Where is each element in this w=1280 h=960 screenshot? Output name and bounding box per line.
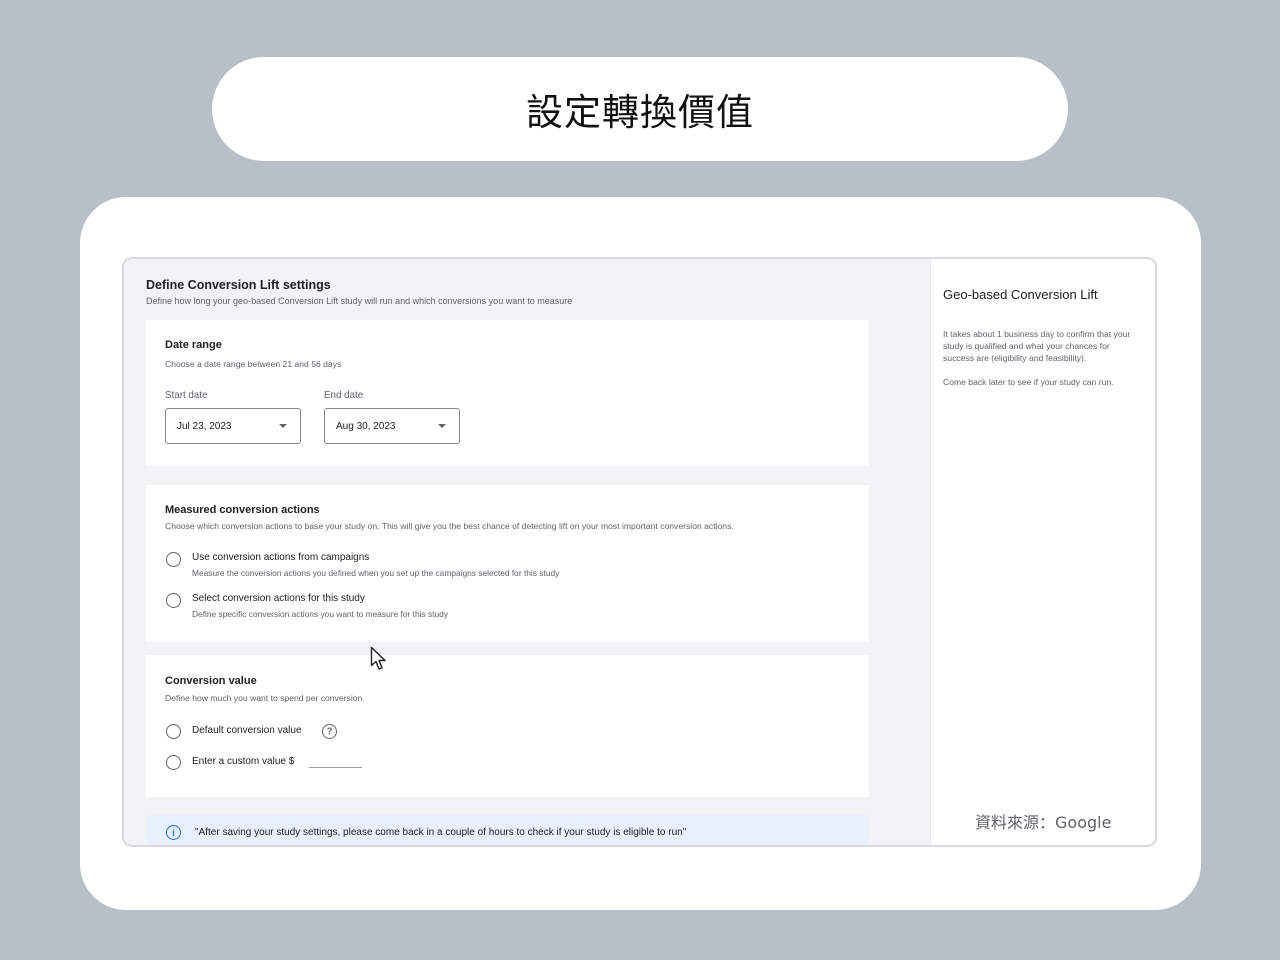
date-range-subtitle: Choose a date range between 21 and 56 da… [165, 359, 342, 369]
caret-down-icon [279, 424, 287, 428]
side-panel: Geo-based Conversion Lift It takes about… [930, 259, 1155, 845]
option-campaign-actions-title[interactable]: Use conversion actions from campaigns [192, 552, 369, 563]
end-date-value: Aug 30, 2023 [336, 420, 396, 432]
banner: 設定轉換價值 [212, 57, 1068, 161]
custom-value-input[interactable] [309, 767, 362, 768]
option-study-actions-title[interactable]: Select conversion actions for this study [192, 593, 365, 604]
option-campaign-actions-subtitle: Measure the conversion actions you defin… [192, 568, 560, 578]
date-range-title: Date range [165, 339, 222, 351]
radio-custom-value[interactable] [166, 755, 181, 770]
side-title: Geo-based Conversion Lift [943, 287, 1098, 302]
measured-title: Measured conversion actions [165, 504, 320, 516]
radio-study-actions[interactable] [166, 593, 181, 608]
info-text: "After saving your study settings, pleas… [195, 827, 687, 838]
default-value-label[interactable]: Default conversion value [192, 725, 302, 736]
source-credit: 資料來源：Google [975, 813, 1112, 832]
measured-conversions-card: Measured conversion actions Choose which… [146, 485, 869, 642]
app-screen: Define Conversion Lift settings Define h… [122, 257, 1157, 847]
caret-down-icon [438, 424, 446, 428]
start-date-label: Start date [165, 390, 208, 401]
start-date-value: Jul 23, 2023 [177, 420, 232, 432]
side-paragraph-2: Come back later to see if your study can… [943, 377, 1114, 387]
info-banner: i "After saving your study settings, ple… [146, 815, 869, 845]
page-subtitle: Define how long your geo-based Conversio… [146, 296, 573, 306]
start-date-select[interactable]: Jul 23, 2023 [165, 408, 301, 444]
measured-subtitle: Choose which conversion actions to base … [165, 521, 734, 531]
date-range-card: Date range Choose a date range between 2… [146, 320, 869, 466]
custom-value-label[interactable]: Enter a custom value $ [192, 756, 294, 767]
end-date-select[interactable]: Aug 30, 2023 [324, 408, 460, 444]
page-title: Define Conversion Lift settings [146, 278, 331, 292]
radio-campaign-actions[interactable] [166, 552, 181, 567]
conversion-value-card: Conversion value Define how much you wan… [146, 655, 869, 797]
conversion-value-title: Conversion value [165, 675, 257, 687]
side-paragraph-1: It takes about 1 business day to confirm… [943, 329, 1131, 363]
mouse-pointer-icon [370, 646, 386, 670]
conversion-value-subtitle: Define how much you want to spend per co… [165, 693, 363, 703]
option-study-actions-subtitle: Define specific conversion actions you w… [192, 609, 449, 619]
info-icon: i [166, 825, 181, 840]
banner-title: 設定轉換價值 [526, 91, 754, 134]
end-date-label: End date [324, 390, 364, 401]
settings-panel: Define Conversion Lift settings Define h… [124, 259, 930, 845]
question-circle-icon[interactable]: ? [322, 724, 337, 739]
radio-default-value[interactable] [166, 724, 181, 739]
